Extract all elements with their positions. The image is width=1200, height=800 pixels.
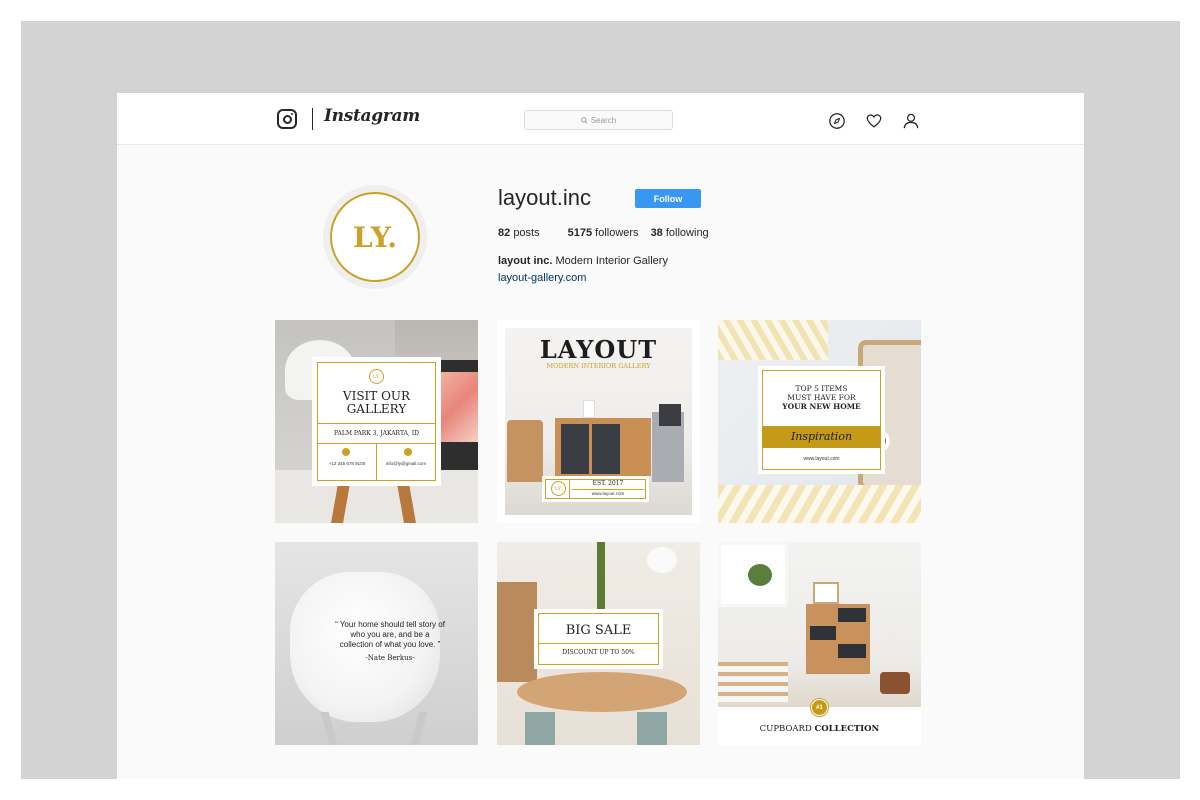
post-thumbnail[interactable]: TOP 5 ITEMS MUST HAVE FOR YOUR NEW HOME … bbox=[718, 320, 921, 523]
logo-divider bbox=[312, 108, 313, 130]
follow-button[interactable]: Follow bbox=[635, 189, 701, 208]
top-navigation-bar: Instagram Search bbox=[117, 93, 1084, 145]
post-title: BIG SALE bbox=[565, 623, 632, 638]
post-url: www.layout.com bbox=[803, 456, 840, 462]
instagram-wordmark[interactable]: Instagram bbox=[324, 106, 420, 126]
profile-stats: 82 posts 5175 followers 38 following bbox=[498, 227, 737, 239]
avatar[interactable]: LY. bbox=[323, 185, 427, 289]
browser-window: Instagram Search LY. layout.inc Follow 8… bbox=[117, 93, 1084, 779]
phone-icon bbox=[342, 448, 350, 456]
person-icon[interactable] bbox=[902, 112, 920, 130]
post-title: CUPBOARD COLLECTION bbox=[759, 724, 880, 734]
brand-mark: LY. bbox=[551, 481, 566, 496]
email-icon bbox=[404, 448, 412, 456]
post-thumbnail[interactable]: #1 CUPBOARD COLLECTION bbox=[718, 542, 921, 745]
post-thumbnail[interactable]: BIG SALE DISCOUNT UP TO 50% bbox=[497, 542, 700, 745]
post-phone: +12 345 678 9100 bbox=[328, 461, 366, 466]
followers-stat[interactable]: 5175 followers bbox=[568, 227, 639, 239]
post-author: -Nate Berkus- bbox=[365, 654, 415, 662]
post-title: VISIT OUR GALLERY bbox=[342, 389, 411, 416]
posts-stat: 82 posts bbox=[498, 227, 540, 239]
post-thumbnail[interactable]: LAYOUT MODERN INTERIOR GALLERY LY. EST. … bbox=[497, 320, 700, 523]
compass-icon[interactable] bbox=[828, 112, 846, 130]
post-badge: #1 bbox=[812, 700, 827, 715]
est-card: LY. EST. 2017 www.layout.com bbox=[542, 476, 649, 502]
brand-mark: LY. bbox=[369, 369, 384, 384]
search-input[interactable]: Search bbox=[524, 110, 673, 130]
gallery-card: LY. VISIT OUR GALLERY PALM PARK 3, JAKART… bbox=[312, 357, 441, 486]
following-stat[interactable]: 38 following bbox=[651, 227, 709, 239]
post-thumbnail[interactable]: “ Your home should tell story of who you… bbox=[275, 542, 478, 745]
heart-icon[interactable] bbox=[865, 112, 883, 130]
profile-username: layout.inc bbox=[498, 185, 591, 210]
post-subtitle: MODERN INTERIOR GALLERY bbox=[546, 362, 651, 370]
sale-card: BIG SALE DISCOUNT UP TO 50% bbox=[534, 609, 663, 669]
post-script: Inspiration bbox=[790, 430, 853, 443]
instagram-camera-icon[interactable] bbox=[277, 109, 297, 129]
post-url: www.layout.com bbox=[591, 491, 625, 496]
profile-website-link[interactable]: layout-gallery.com bbox=[498, 272, 586, 284]
search-icon bbox=[581, 116, 588, 124]
post-address: PALM PARK 3, JAKARTA, ID bbox=[334, 430, 419, 437]
post-thumbnail[interactable]: LY. VISIT OUR GALLERY PALM PARK 3, JAKART… bbox=[275, 320, 478, 523]
post-quote: “ Your home should tell story of who you… bbox=[335, 620, 445, 649]
profile-bio: layout inc. Modern Interior Gallery bbox=[498, 255, 668, 267]
post-subtitle: DISCOUNT UP TO 50% bbox=[562, 649, 635, 656]
top-items-card: TOP 5 ITEMS MUST HAVE FOR YOUR NEW HOME … bbox=[758, 366, 885, 474]
post-email: info@ly@gmail.com bbox=[385, 461, 427, 466]
avatar-logo: LY. bbox=[330, 192, 420, 282]
post-est: EST. 2017 bbox=[592, 480, 624, 487]
search-placeholder: Search bbox=[590, 115, 617, 125]
post-headline: TOP 5 ITEMS MUST HAVE FOR YOUR NEW HOME bbox=[782, 384, 861, 411]
post-title: LAYOUT bbox=[539, 335, 658, 364]
